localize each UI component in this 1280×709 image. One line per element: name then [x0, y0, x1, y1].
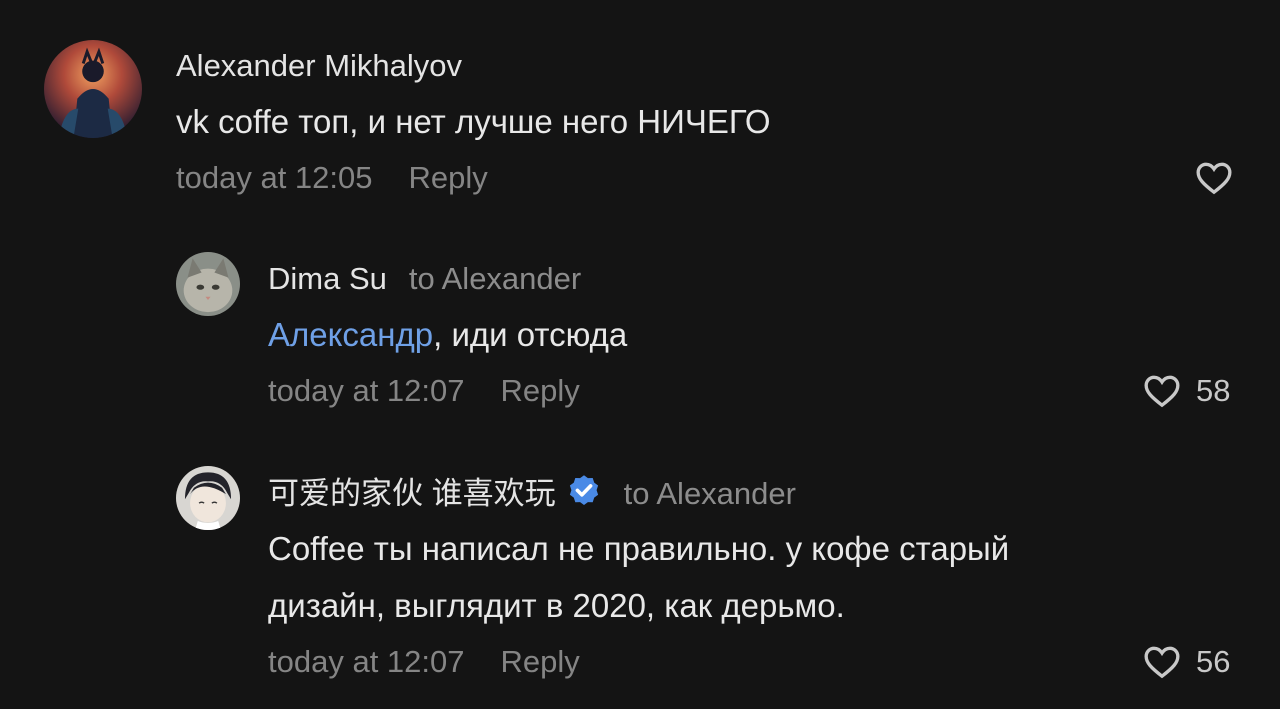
- comment-header: 可爱的家伙 谁喜欢玩 to Alexander: [268, 473, 796, 514]
- avatar-image: [44, 40, 142, 138]
- like-count: 58: [1196, 373, 1231, 408]
- comment-text-line: дизайн, выглядит в 2020, как дерьмо.: [268, 587, 845, 624]
- timestamp: today at 12:07: [268, 644, 465, 679]
- comment-meta: today at 12:05 Reply: [176, 158, 488, 198]
- reply-to-label[interactable]: to Alexander: [624, 476, 796, 511]
- like-count: 56: [1196, 644, 1231, 679]
- comment-header: Alexander Mikhalyov: [176, 46, 462, 86]
- author-name[interactable]: Dima Su: [268, 261, 387, 296]
- comment-text: vk coffe топ, и нет лучше него НИЧЕГО: [176, 103, 771, 140]
- comment-meta: today at 12:07 Reply: [268, 642, 580, 682]
- comment-header: Dima Su to Alexander: [268, 259, 581, 299]
- like-button[interactable]: [1194, 158, 1234, 198]
- reply-button[interactable]: Reply: [409, 160, 488, 195]
- avatar[interactable]: [176, 252, 240, 316]
- comment-meta: today at 12:07 Reply: [268, 371, 580, 411]
- comment-text-line: Coffee ты написал не правильно. у кофе с…: [268, 530, 1010, 567]
- timestamp: today at 12:07: [268, 373, 465, 408]
- author-name[interactable]: Alexander Mikhalyov: [176, 48, 462, 83]
- like-button[interactable]: 58: [1142, 371, 1230, 411]
- verified-check-icon: [566, 473, 602, 509]
- avatar[interactable]: [176, 466, 240, 530]
- avatar[interactable]: [44, 40, 142, 138]
- reply-button[interactable]: Reply: [501, 373, 580, 408]
- heart-icon: [1144, 646, 1180, 679]
- avatar-image: [176, 466, 240, 530]
- timestamp: today at 12:05: [176, 160, 373, 195]
- author-name[interactable]: 可爱的家伙 谁喜欢玩: [268, 476, 556, 511]
- like-button[interactable]: 56: [1142, 642, 1230, 682]
- reply-button[interactable]: Reply: [501, 644, 580, 679]
- comment-text: Александр, иди отсюда: [268, 308, 627, 361]
- heart-icon: [1196, 162, 1232, 195]
- avatar-image: [176, 252, 240, 316]
- mention-link[interactable]: Александр: [268, 316, 433, 353]
- reply-to-label[interactable]: to Alexander: [409, 261, 581, 296]
- heart-icon: [1144, 375, 1180, 408]
- comment-text-rest: , иди отсюда: [433, 316, 628, 353]
